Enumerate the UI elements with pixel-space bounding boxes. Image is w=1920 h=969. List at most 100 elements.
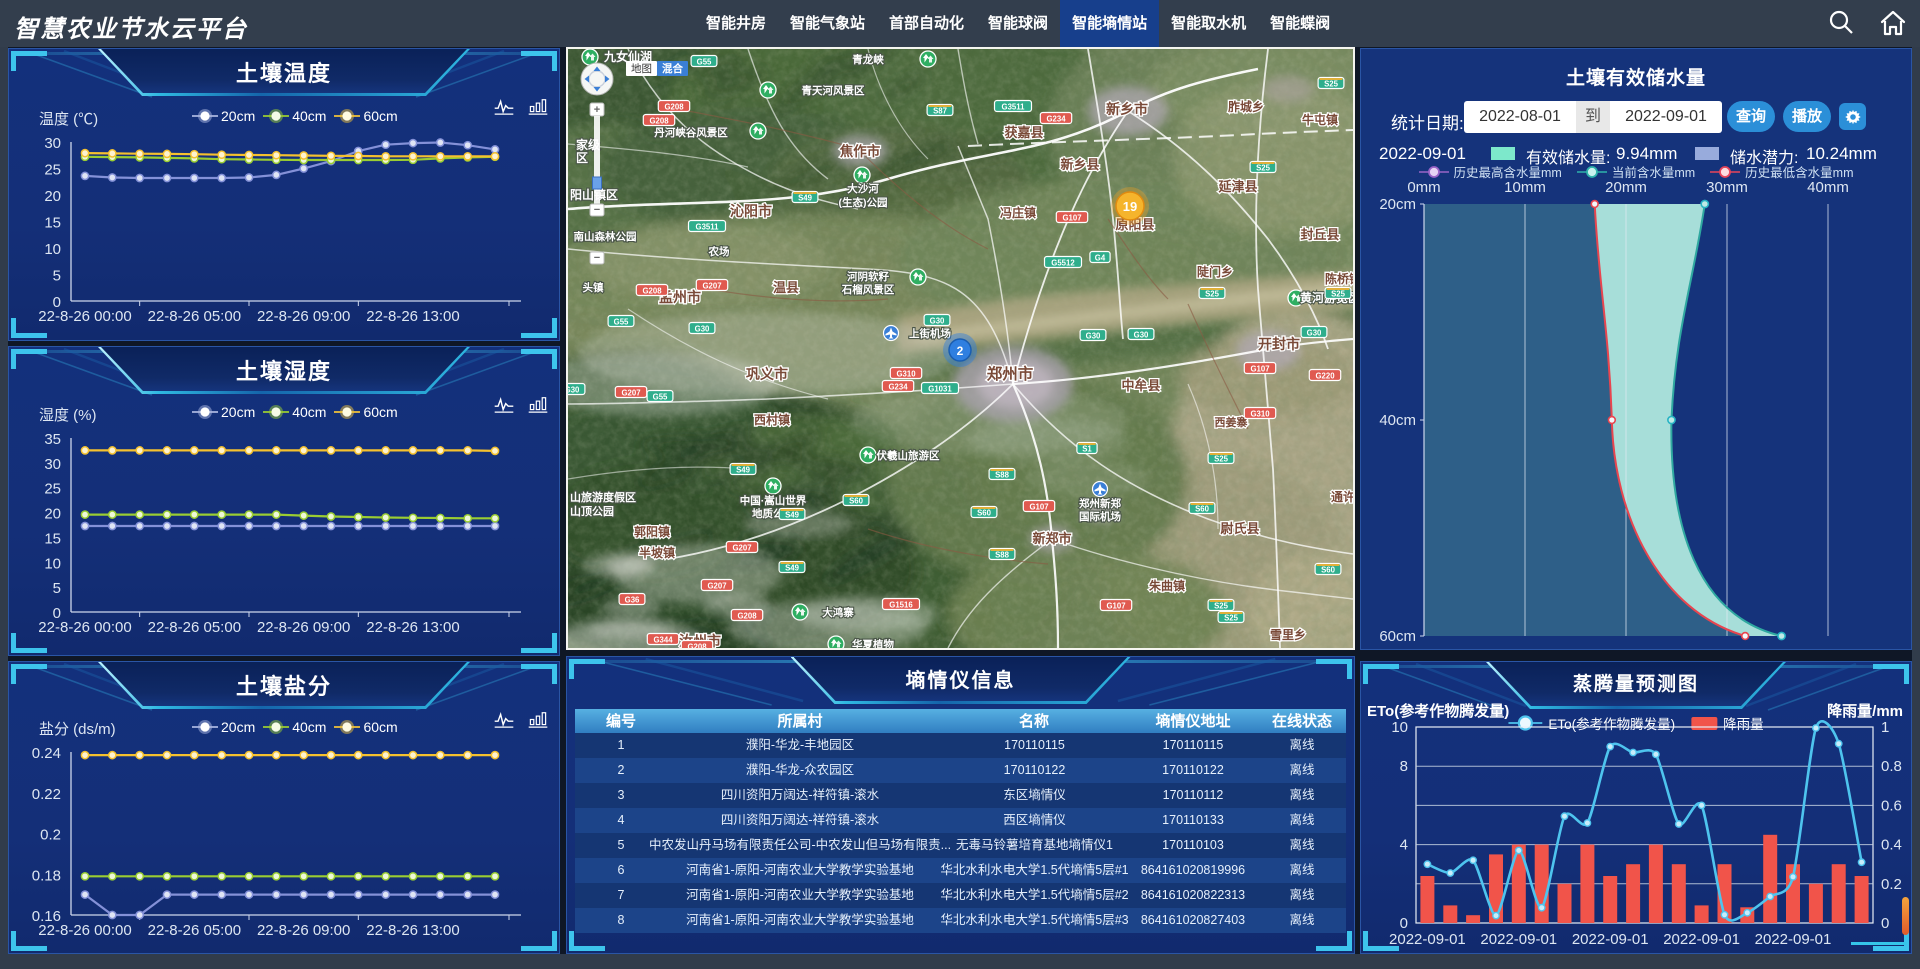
svg-text:G310: G310 xyxy=(1250,410,1270,419)
svg-text:S25: S25 xyxy=(1214,602,1229,611)
svg-text:获嘉县: 获嘉县 xyxy=(1004,125,1043,140)
svg-text:22-8-26 05:00: 22-8-26 05:00 xyxy=(148,308,241,325)
svg-text:混合: 混合 xyxy=(662,62,683,75)
svg-text:S49: S49 xyxy=(798,194,813,203)
svg-text:G208: G208 xyxy=(687,643,707,649)
svg-text:S25: S25 xyxy=(1205,290,1220,299)
svg-text:头镇: 头镇 xyxy=(583,281,604,294)
svg-text:G208: G208 xyxy=(642,287,662,296)
svg-text:22-8-26 13:00: 22-8-26 13:00 xyxy=(366,308,459,325)
svg-text:40mm: 40mm xyxy=(1807,179,1849,196)
svg-text:0: 0 xyxy=(1400,915,1408,932)
svg-text:G207: G207 xyxy=(621,389,640,398)
svg-text:地图: 地图 xyxy=(631,62,652,75)
svg-text:S25: S25 xyxy=(1214,455,1229,464)
svg-text:4: 4 xyxy=(1400,837,1408,854)
svg-text:22-8-26 13:00: 22-8-26 13:00 xyxy=(366,922,459,939)
svg-text:G30: G30 xyxy=(1307,329,1322,338)
svg-text:G220: G220 xyxy=(1315,372,1335,381)
svg-text:冯庄镇: 冯庄镇 xyxy=(1000,205,1036,220)
svg-text:0.18: 0.18 xyxy=(32,867,61,884)
svg-text:巩义市: 巩义市 xyxy=(746,366,788,382)
svg-text:华夏植物: 华夏植物 xyxy=(852,638,894,648)
svg-text:40cm: 40cm xyxy=(1379,412,1416,429)
svg-text:G107: G107 xyxy=(1250,365,1269,374)
svg-text:农场: 农场 xyxy=(708,245,730,258)
svg-text:G208: G208 xyxy=(664,103,684,112)
svg-text:G3511: G3511 xyxy=(696,223,720,232)
svg-text:10: 10 xyxy=(1391,719,1408,736)
svg-text:G36: G36 xyxy=(625,596,640,605)
svg-text:国际机场: 国际机场 xyxy=(1079,510,1121,523)
svg-text:2022-09-01: 2022-09-01 xyxy=(1389,931,1466,948)
svg-text:0.8: 0.8 xyxy=(1881,758,1902,775)
svg-text:西村镇: 西村镇 xyxy=(754,412,790,427)
svg-text:沁阳市: 沁阳市 xyxy=(730,203,772,219)
svg-text:10mm: 10mm xyxy=(1504,179,1546,196)
svg-text:2022-09-01: 2022-09-01 xyxy=(1755,931,1832,948)
svg-text:5: 5 xyxy=(53,268,61,285)
svg-text:伏羲山旅游区: 伏羲山旅游区 xyxy=(877,449,940,462)
svg-text:S60: S60 xyxy=(1195,505,1210,514)
svg-text:0: 0 xyxy=(1881,915,1889,932)
svg-text:22-8-26 09:00: 22-8-26 09:00 xyxy=(257,619,350,636)
svg-text:青天河风景区: 青天河风景区 xyxy=(802,84,865,97)
svg-text:22-8-26 00:00: 22-8-26 00:00 xyxy=(38,619,131,636)
svg-text:G30: G30 xyxy=(1086,332,1101,341)
svg-text:10: 10 xyxy=(44,241,61,258)
svg-text:+: + xyxy=(594,104,600,116)
svg-text:S60: S60 xyxy=(849,497,864,506)
svg-text:南山森林公园: 南山森林公园 xyxy=(574,230,637,243)
svg-text:0.2: 0.2 xyxy=(1881,876,1902,893)
svg-text:温度 (℃): 温度 (℃) xyxy=(39,111,98,128)
svg-text:山旅游度假区: 山旅游度假区 xyxy=(570,490,636,504)
svg-text:G207: G207 xyxy=(732,544,751,553)
svg-text:15: 15 xyxy=(44,530,61,547)
svg-text:G207: G207 xyxy=(707,582,726,591)
svg-text:G107: G107 xyxy=(1062,214,1081,223)
svg-text:雪里乡: 雪里乡 xyxy=(1270,627,1306,642)
svg-text:22-8-26 09:00: 22-8-26 09:00 xyxy=(257,308,350,325)
svg-text:郑州市: 郑州市 xyxy=(987,364,1034,383)
svg-text:S60: S60 xyxy=(977,509,992,518)
svg-text:G5512: G5512 xyxy=(1051,259,1075,268)
svg-text:牛屯镇: 牛屯镇 xyxy=(1302,112,1338,127)
svg-text:G1516: G1516 xyxy=(889,601,913,610)
svg-text:盐分 (ds/m): 盐分 (ds/m) xyxy=(39,721,116,738)
svg-text:石榴风景区: 石榴风景区 xyxy=(841,283,895,296)
svg-text:G30: G30 xyxy=(1134,331,1149,340)
svg-text:区: 区 xyxy=(576,151,588,165)
svg-text:G4: G4 xyxy=(1095,254,1106,263)
svg-text:大鸿寨: 大鸿寨 xyxy=(822,606,854,619)
svg-text:开封市: 开封市 xyxy=(1258,336,1300,352)
svg-text:25: 25 xyxy=(44,162,61,179)
svg-text:G107: G107 xyxy=(1106,602,1125,611)
svg-text:22-8-26 05:00: 22-8-26 05:00 xyxy=(148,922,241,939)
svg-text:2022-09-01: 2022-09-01 xyxy=(1480,931,1557,948)
svg-text:新乡县: 新乡县 xyxy=(1060,157,1099,172)
svg-text:河阴软籽: 河阴软籽 xyxy=(847,270,889,283)
svg-text:22-8-26 00:00: 22-8-26 00:00 xyxy=(38,922,131,939)
svg-text:G30: G30 xyxy=(930,317,945,326)
svg-text:G55: G55 xyxy=(614,318,629,327)
svg-text:19: 19 xyxy=(1123,199,1137,214)
svg-text:(生态)公园: (生态)公园 xyxy=(839,196,888,209)
svg-text:S25: S25 xyxy=(1224,614,1239,623)
svg-text:25: 25 xyxy=(44,481,61,498)
svg-text:30: 30 xyxy=(44,135,61,152)
svg-text:S25: S25 xyxy=(1331,290,1346,299)
svg-text:G208: G208 xyxy=(649,117,669,126)
svg-text:G107: G107 xyxy=(1029,503,1048,512)
svg-text:焦作市: 焦作市 xyxy=(839,143,881,159)
svg-text:尉氏县: 尉氏县 xyxy=(1220,521,1259,536)
svg-text:22-8-26 13:00: 22-8-26 13:00 xyxy=(366,619,459,636)
svg-text:通许县: 通许县 xyxy=(1331,489,1353,504)
svg-text:G30: G30 xyxy=(695,325,710,334)
svg-text:S88: S88 xyxy=(995,471,1010,480)
svg-text:15: 15 xyxy=(44,215,61,232)
svg-text:S49: S49 xyxy=(785,564,800,573)
svg-text:新乡市: 新乡市 xyxy=(1106,101,1148,117)
svg-text:湿度 (%): 湿度 (%) xyxy=(39,407,97,424)
svg-text:G55: G55 xyxy=(697,58,712,67)
svg-text:10: 10 xyxy=(44,555,61,572)
